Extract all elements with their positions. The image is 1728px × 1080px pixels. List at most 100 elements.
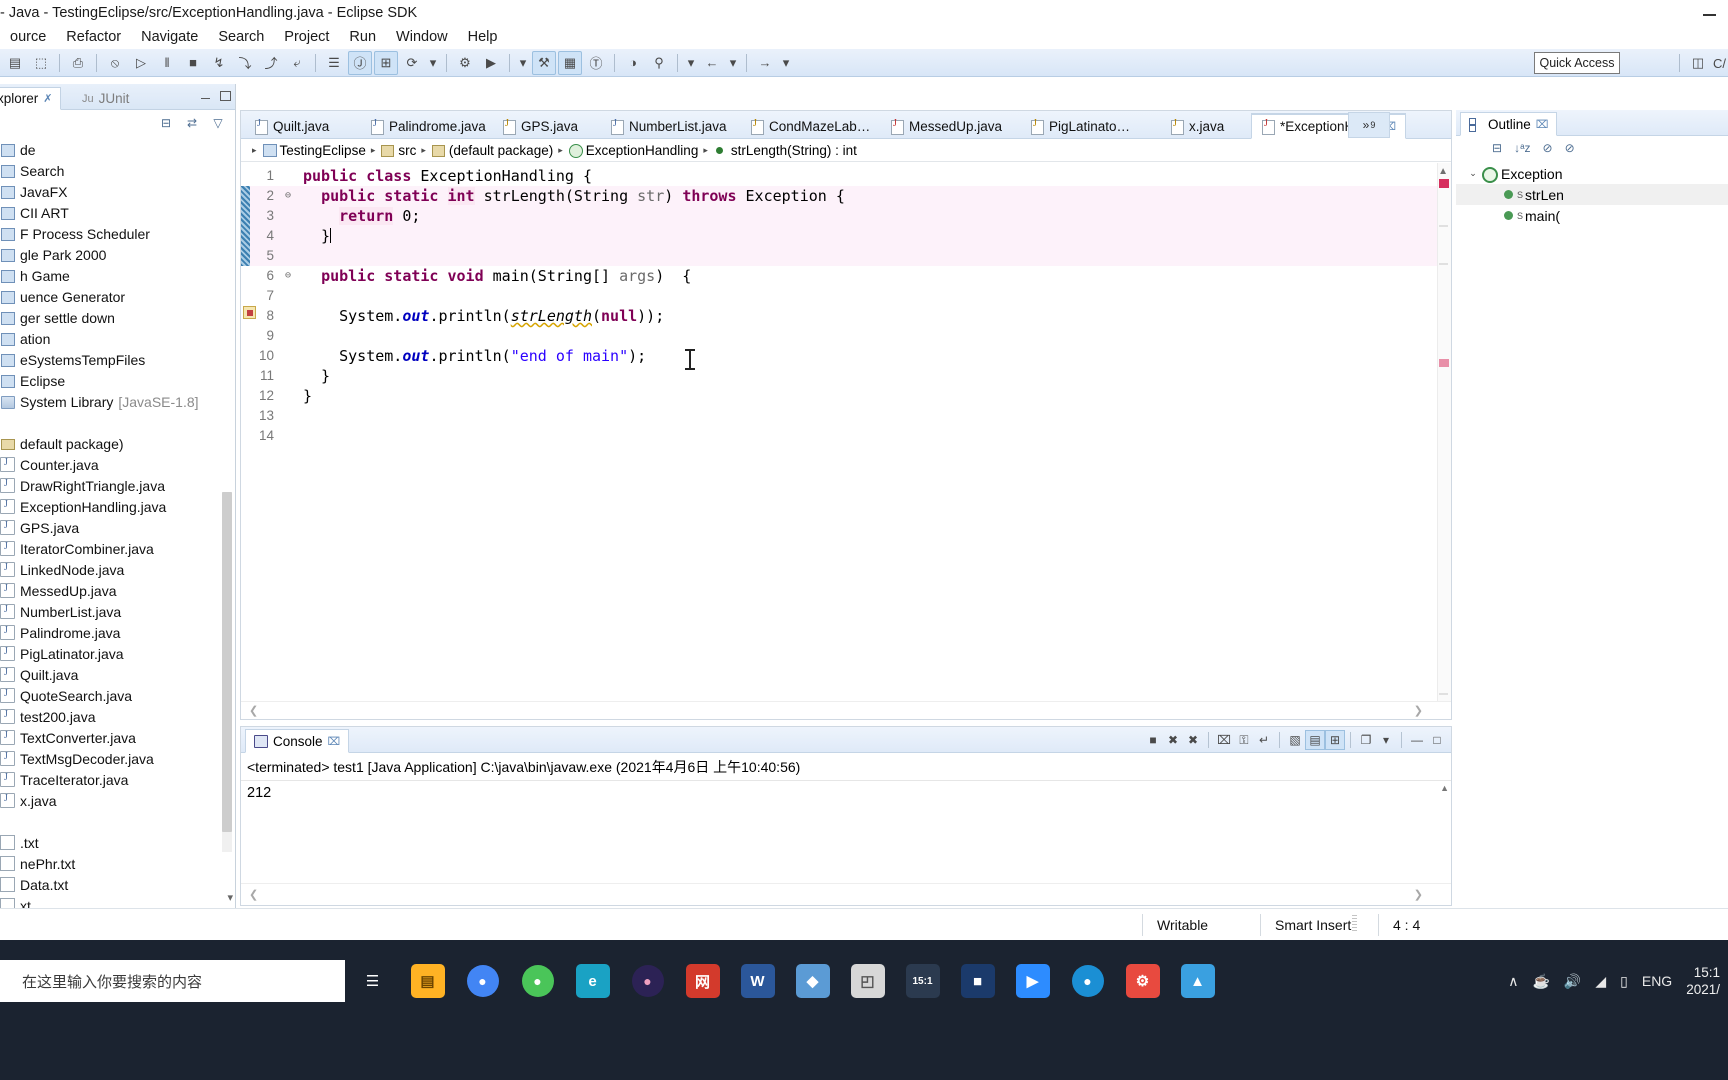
tab-outline[interactable]: Outline ⌧ — [1460, 112, 1558, 136]
battery-icon[interactable]: ▯ — [1620, 973, 1628, 990]
taskbar-task-view-icon[interactable]: ☰ — [345, 952, 400, 1010]
back-dropdown-arrow[interactable]: ▾ — [726, 51, 740, 75]
tree-item[interactable]: default package) — [0, 433, 235, 454]
taskbar-clock-icon[interactable]: 15:1 — [895, 952, 950, 1010]
new-console-view-icon[interactable]: ❐ — [1356, 730, 1376, 750]
tree-item[interactable]: eSystemsTempFiles — [0, 349, 235, 370]
run-dropdown-arrow[interactable]: ▾ — [426, 51, 440, 75]
tree-item[interactable]: System Library [JavaSE-1.8] — [0, 391, 235, 412]
tree-item[interactable]: gle Park 2000 — [0, 244, 235, 265]
editor-tab-quiltjava[interactable]: Quilt.java — [245, 113, 338, 139]
new-wizard-icon[interactable]: ▤ — [3, 51, 27, 75]
editor-horizontal-scrollbar[interactable]: ❮ ❯ — [241, 701, 1451, 719]
twisty-icon[interactable]: ⌄ — [1464, 168, 1482, 179]
forward-nav-icon[interactable]: → — [753, 51, 777, 75]
tree-item[interactable]: Search — [0, 160, 235, 181]
scroll-right-arrow-icon[interactable]: ❯ — [1414, 704, 1423, 717]
package-explorer-tree[interactable]: de Search JavaFX CII ART F Process Scheduler… — [0, 136, 235, 910]
terminate-icon[interactable]: ■ — [181, 51, 205, 75]
tab-console[interactable]: Console ⌧ — [245, 729, 350, 753]
code-line[interactable]: 1 public class ExceptionHandling { — [241, 166, 1451, 186]
tree-item[interactable]: de — [0, 139, 235, 160]
code-line[interactable]: 9 — [241, 326, 1451, 346]
tree-item[interactable]: TextConverter.java — [0, 727, 235, 748]
tree-item[interactable]: uence Generator — [0, 286, 235, 307]
menu-item-search[interactable]: Search — [208, 27, 274, 47]
pin-console-icon[interactable]: ▧ — [1285, 730, 1305, 750]
save-icon[interactable]: ⬚ — [29, 51, 53, 75]
menu-item-navigate[interactable]: Navigate — [131, 27, 208, 47]
step-return-icon[interactable]: ⤶ — [285, 51, 309, 75]
resume-icon[interactable]: ▷ — [129, 51, 153, 75]
scroll-left-arrow-icon[interactable]: ❮ — [249, 704, 258, 717]
next-annotation-icon[interactable]: ☰ — [322, 51, 346, 75]
outline-item[interactable]: Smain( — [1456, 205, 1728, 226]
menu-item-window[interactable]: Window — [386, 27, 458, 47]
search-icon[interactable]: ⚲ — [647, 51, 671, 75]
code-line[interactable]: 4 } — [241, 226, 1451, 246]
editor-tab-xjava[interactable]: x.java — [1161, 113, 1233, 139]
hide-fields-icon[interactable]: ⊘ — [1543, 141, 1553, 155]
open-perspective-icon[interactable]: ◫ — [1686, 51, 1710, 75]
package-explorer-scrollbar-thumb[interactable] — [222, 492, 232, 832]
taskbar-file-explorer-icon[interactable]: ▤ — [400, 952, 455, 1010]
source-code[interactable]: 1 public class ExceptionHandling {2 ⊖ publ… — [241, 163, 1451, 701]
sort-icon[interactable]: ↓ᵃz — [1514, 141, 1530, 155]
code-line[interactable]: 6 ⊖ public static void main(String[] args… — [241, 266, 1451, 286]
editor-tab-condmazelab[interactable]: CondMazeLab… — [741, 113, 879, 139]
code-line[interactable]: 7 — [241, 286, 1451, 306]
coverage-icon[interactable]: ◑ — [621, 51, 645, 75]
tree-item[interactable]: test200.java — [0, 706, 235, 727]
menu-item-refactor[interactable]: Refactor — [56, 27, 131, 47]
java-editor-icon[interactable]: Ⓙ — [348, 50, 372, 75]
tree-item[interactable]: Data.txt — [0, 874, 235, 895]
code-line[interactable]: 10 System.out.println("end of main"); — [241, 346, 1451, 366]
back-nav-icon[interactable]: ← — [700, 51, 724, 75]
occurrence-overview-mark[interactable] — [1439, 359, 1449, 367]
tab-junit[interactable]: Ju JUnit — [74, 88, 137, 109]
java-tray-icon[interactable]: ☕ — [1532, 973, 1549, 990]
editor-tab-numberlistjava[interactable]: NumberList.java — [601, 113, 736, 139]
outline-item[interactable]: ⌄ Exception — [1456, 163, 1728, 184]
tree-item[interactable]: ger settle down — [0, 307, 235, 328]
open-console-icon[interactable]: ⊞ — [1325, 730, 1345, 750]
open-type-icon[interactable]: Ⓣ — [584, 51, 608, 75]
taskbar-maps-icon[interactable]: ▲ — [1170, 952, 1225, 1010]
tree-item[interactable]: F Process Scheduler — [0, 223, 235, 244]
taskbar-zoom-icon[interactable]: ▶ — [1005, 952, 1060, 1010]
close-icon[interactable]: ⌧ — [1536, 118, 1549, 131]
outline-tree[interactable]: ⌄ Exception SstrLen Smain( — [1456, 160, 1728, 226]
menu-item-project[interactable]: Project — [274, 27, 339, 47]
scroll-up-arrow-icon[interactable]: ▲ — [1440, 783, 1449, 793]
taskbar-edge-icon[interactable]: ● — [1060, 952, 1115, 1010]
tree-item[interactable]: JavaFX — [0, 181, 235, 202]
tree-item[interactable]: PigLatinator.java — [0, 643, 235, 664]
tree-item[interactable]: TraceIterator.java — [0, 769, 235, 790]
taskbar-photos-icon[interactable]: ◰ — [840, 952, 895, 1010]
console-body[interactable]: <terminated> test1 [Java Application] C:… — [241, 753, 1451, 883]
editor-tab-gpsjava[interactable]: GPS.java — [493, 113, 587, 139]
code-line[interactable]: 11 } — [241, 366, 1451, 386]
editor-tab-palindromejava[interactable]: Palindrome.java — [361, 113, 495, 139]
tree-item[interactable]: TextMsgDecoder.java — [0, 748, 235, 769]
tree-item[interactable]: .txt — [0, 832, 235, 853]
scroll-left-arrow-icon[interactable]: ❮ — [249, 888, 258, 901]
menu-item-ource[interactable]: ource — [0, 27, 56, 47]
tree-item[interactable]: LinkedNode.java — [0, 559, 235, 580]
show-hidden-icons-icon[interactable]: ∧ — [1508, 973, 1518, 990]
scroll-lock-icon[interactable]: ⚿ — [1234, 730, 1254, 750]
run-external-tools-icon[interactable]: ⟳ — [400, 51, 424, 75]
tree-item[interactable]: GPS.java — [0, 517, 235, 538]
outline-item[interactable]: SstrLen — [1456, 184, 1728, 205]
code-line[interactable]: 12} — [241, 386, 1451, 406]
print-icon[interactable]: ⎙ — [66, 51, 90, 75]
quick-access-field[interactable]: Quick Access — [1534, 52, 1620, 74]
code-line[interactable]: 14 — [241, 426, 1451, 446]
remove-all-terminated-icon[interactable]: ✖ — [1183, 730, 1203, 750]
close-icon[interactable]: ✗ — [43, 92, 52, 105]
tree-item[interactable]: Eclipse — [0, 370, 235, 391]
view-menu-icon[interactable]: ▽ — [209, 114, 227, 132]
taskbar-word-icon[interactable]: W — [730, 952, 785, 1010]
code-line[interactable]: 8 System.out.println(strLength(null)); — [241, 306, 1451, 326]
tree-item[interactable]: CII ART — [0, 202, 235, 223]
